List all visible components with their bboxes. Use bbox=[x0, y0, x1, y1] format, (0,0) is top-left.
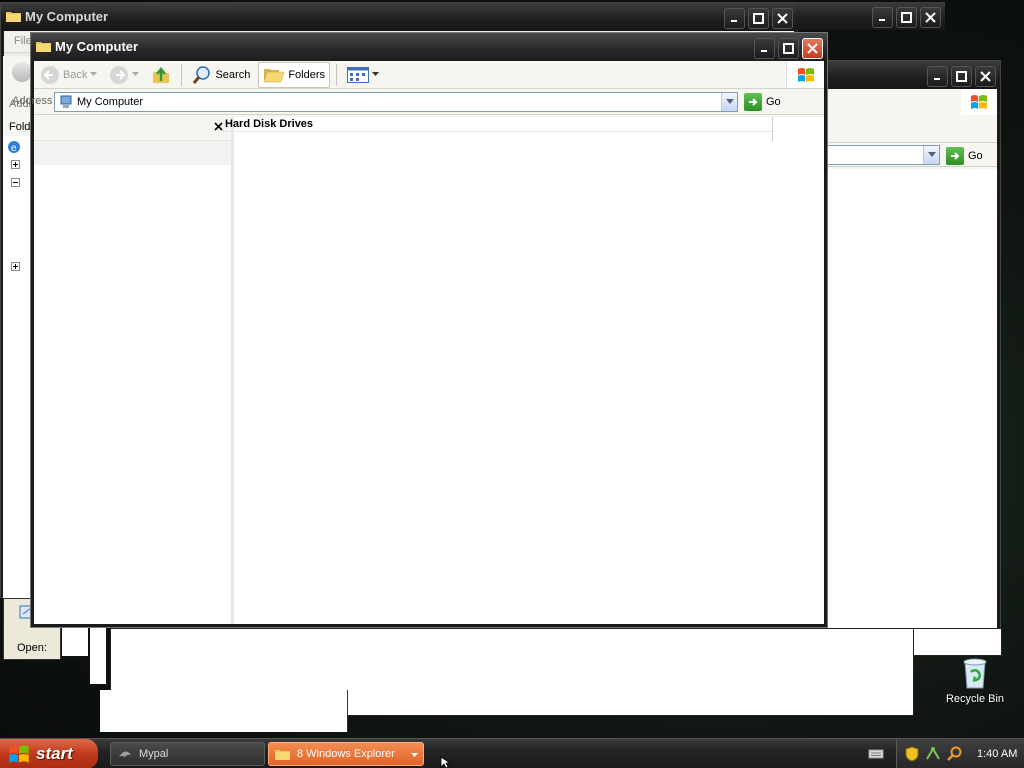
go-button[interactable]: Go bbox=[946, 146, 983, 166]
ie-icon: e bbox=[8, 141, 20, 154]
arrow-right-icon bbox=[749, 98, 758, 106]
close-icon bbox=[925, 12, 936, 23]
security-shield-icon[interactable] bbox=[905, 746, 919, 762]
explorer-window-back-3[interactable]: Go bbox=[826, 60, 1001, 656]
standard-toolbar: Back Search Folders bbox=[34, 61, 824, 89]
back-button-partial[interactable] bbox=[12, 62, 32, 82]
forward-arrow-icon bbox=[110, 65, 129, 84]
recycle-bin-label: Recycle Bin bbox=[945, 693, 1005, 705]
folders-button[interactable]: Folders bbox=[258, 61, 331, 88]
stacked-window-edge bbox=[88, 628, 108, 686]
maximize-icon bbox=[901, 12, 912, 23]
close-button[interactable] bbox=[920, 7, 941, 28]
chevron-down-icon bbox=[132, 72, 140, 76]
minimize-icon bbox=[934, 78, 940, 80]
views-button[interactable] bbox=[343, 63, 383, 87]
stacked-window-edge bbox=[100, 690, 348, 732]
back-arrow-icon bbox=[41, 65, 59, 84]
folders-icon bbox=[263, 68, 285, 82]
windows-logo-icon bbox=[9, 745, 29, 763]
expand-icon[interactable] bbox=[11, 160, 20, 169]
close-button[interactable] bbox=[975, 66, 996, 87]
back-button[interactable]: Back bbox=[36, 63, 101, 87]
svg-text:e: e bbox=[11, 143, 17, 154]
my-computer-icon bbox=[60, 95, 72, 108]
address-input[interactable] bbox=[826, 145, 940, 165]
minimize-button[interactable] bbox=[872, 7, 893, 28]
keyboard-icon[interactable] bbox=[868, 745, 886, 763]
views-icon bbox=[347, 66, 370, 83]
windows-logo-icon bbox=[961, 89, 997, 115]
group-header: Hard Disk Drives bbox=[222, 118, 787, 132]
chevron-down-icon bbox=[372, 72, 380, 76]
folder-tree-placeholder bbox=[34, 141, 231, 165]
collapse-icon[interactable] bbox=[11, 178, 20, 187]
window-titlebar[interactable] bbox=[826, 61, 1000, 89]
address-dropdown[interactable] bbox=[721, 93, 737, 111]
address-bar: Address My Computer Go bbox=[12, 89, 824, 115]
network-icon[interactable] bbox=[925, 746, 941, 762]
folder-icon bbox=[275, 749, 290, 760]
recycle-bin[interactable]: Recycle Bin bbox=[940, 656, 1010, 712]
close-icon bbox=[807, 43, 818, 54]
hard-disk-drives-header: Hard Disk Drives bbox=[225, 118, 314, 130]
maximize-icon bbox=[956, 71, 967, 82]
chevron-down-icon bbox=[411, 753, 418, 757]
minimize-button[interactable] bbox=[754, 38, 775, 59]
recycle-bin-icon bbox=[963, 658, 987, 689]
maximize-button[interactable] bbox=[778, 38, 799, 59]
group-divider bbox=[772, 117, 794, 141]
window-titlebar[interactable]: My Computer bbox=[31, 33, 827, 61]
windows-logo-icon bbox=[786, 61, 824, 88]
minimize-icon bbox=[879, 19, 885, 21]
search-icon bbox=[193, 65, 211, 84]
content-area: Hard Disk Drives bbox=[34, 117, 824, 624]
address-dropdown[interactable] bbox=[923, 146, 939, 164]
folders-pane bbox=[34, 117, 234, 624]
up-folder-icon bbox=[153, 66, 170, 83]
close-icon bbox=[980, 71, 991, 82]
clock: 1:40 AM bbox=[977, 748, 1018, 760]
taskbar-item-windows-explorer[interactable]: 8 Windows Explorer bbox=[268, 742, 424, 766]
address-input[interactable]: My Computer bbox=[54, 92, 738, 112]
toolbar-separator bbox=[181, 63, 183, 86]
stacked-window-edge bbox=[60, 628, 90, 658]
start-button[interactable]: start bbox=[0, 739, 98, 768]
maximize-button[interactable] bbox=[896, 7, 917, 28]
back-window-left-strip: Address Folders e bbox=[3, 56, 49, 598]
folders-pane-header bbox=[34, 117, 231, 141]
forward-button[interactable] bbox=[105, 63, 143, 87]
window-title: My Computer bbox=[55, 39, 139, 54]
toolbar-separator bbox=[336, 63, 338, 86]
maximize-button[interactable] bbox=[951, 66, 972, 87]
window-titlebar[interactable] bbox=[796, 2, 945, 30]
system-tray: 1:40 AM bbox=[896, 739, 1024, 768]
address-label: Address bbox=[12, 95, 53, 107]
arrow-right-icon bbox=[951, 152, 960, 160]
close-button[interactable] bbox=[802, 38, 823, 59]
expand-icon[interactable] bbox=[11, 262, 20, 271]
open-label: Open: bbox=[17, 642, 47, 654]
maximize-icon bbox=[783, 43, 794, 54]
chevron-down-icon bbox=[725, 99, 734, 104]
file-list[interactable]: Hard Disk Drives bbox=[222, 117, 824, 624]
taskbar-item-mypal[interactable]: Mypal bbox=[110, 742, 265, 766]
taskbar: start Mypal 8 Windows Explorer 1:40 AM bbox=[0, 738, 1024, 768]
chevron-down-icon bbox=[927, 152, 936, 157]
mypal-icon bbox=[119, 751, 131, 757]
search-button[interactable]: Search bbox=[188, 63, 254, 87]
search-icon[interactable] bbox=[947, 746, 963, 762]
minimize-button[interactable] bbox=[927, 66, 948, 87]
minimize-icon bbox=[761, 50, 767, 52]
up-folder-button[interactable] bbox=[147, 63, 175, 87]
mouse-cursor-icon bbox=[440, 756, 452, 768]
go-button[interactable]: Go bbox=[744, 92, 781, 112]
my-computer-window[interactable]: My Computer Back Search Folders Address … bbox=[12, 32, 828, 628]
chevron-down-icon bbox=[90, 72, 98, 76]
folder-icon bbox=[36, 42, 51, 52]
